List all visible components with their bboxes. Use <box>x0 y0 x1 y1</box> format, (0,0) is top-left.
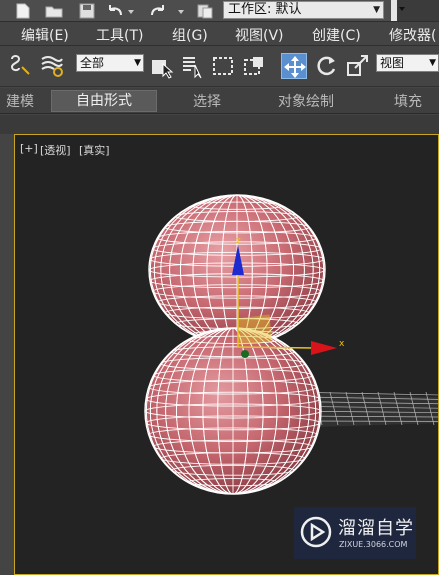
sphere-bottom[interactable] <box>144 327 322 495</box>
redo-dropdown-icon[interactable] <box>176 2 186 20</box>
tab-freeform[interactable]: 自由形式 <box>51 90 157 112</box>
gizmo-z-label: z <box>236 236 241 246</box>
tab-object-paint[interactable]: 对象绘制 <box>278 91 334 111</box>
select-and-move-icon[interactable] <box>281 53 307 79</box>
chevron-down-icon: ▼ <box>373 5 380 15</box>
open-folder-icon[interactable] <box>45 2 63 20</box>
play-logo-icon <box>300 516 332 548</box>
tab-selection[interactable]: 选择 <box>193 91 221 111</box>
main-toolbar: 全部 ▼ 视图 ▼ <box>0 47 439 87</box>
watermark-title: 溜溜自学 <box>338 518 414 539</box>
menu-item-modifiers[interactable]: 修改器( <box>389 25 436 45</box>
gizmo-x-axis-line <box>237 346 316 349</box>
window-crossing-icon[interactable] <box>242 53 268 79</box>
undo-icon[interactable] <box>106 2 124 20</box>
chevron-down-icon: ▼ <box>429 58 436 68</box>
redo-icon[interactable] <box>149 2 167 20</box>
reference-coordinate-system-dropdown[interactable]: 视图 ▼ <box>376 54 439 72</box>
watermark-url: ZIXUE.3066.COM <box>339 540 408 549</box>
gizmo-x-label: x <box>339 339 345 349</box>
select-and-rotate-icon[interactable] <box>313 53 339 79</box>
quick-access-toolbar: 工作区: 默认 ▼ <box>0 0 439 22</box>
ribbon-tabs: 建模 自由形式 选择 对象绘制 填充 <box>0 88 439 114</box>
perspective-viewport[interactable]: [+] [透视] [真实] z x 溜溜自学 ZIXUE.3066.COM <box>14 134 439 575</box>
save-icon[interactable] <box>78 2 96 20</box>
gizmo-x-arrow <box>311 341 337 355</box>
select-object-icon[interactable] <box>149 53 175 79</box>
menu-item-views[interactable]: 视图(V) <box>235 25 284 45</box>
menu-bar: 编辑(E) 工具(T) 组(G) 视图(V) 创建(C) 修改器( <box>0 22 439 46</box>
selection-filter-value: 全部 <box>80 56 105 70</box>
gizmo-xz-plane <box>237 314 272 345</box>
reference-coord-value: 视图 <box>380 56 405 70</box>
select-and-link-icon[interactable] <box>7 53 33 79</box>
new-file-icon[interactable] <box>14 2 32 20</box>
project-folder-icon[interactable] <box>196 2 214 20</box>
chevron-down-icon: ▼ <box>134 58 141 68</box>
select-and-scale-icon[interactable] <box>345 53 371 79</box>
menu-item-group[interactable]: 组(G) <box>172 25 208 45</box>
selection-filter-dropdown[interactable]: 全部 ▼ <box>76 54 144 72</box>
tab-modeling[interactable]: 建模 <box>6 91 34 111</box>
gizmo-y-axis-point <box>241 350 249 358</box>
workspace-label: 工作区: 默认 <box>228 2 302 17</box>
rectangular-selection-region-icon[interactable] <box>211 53 237 79</box>
menu-item-edit[interactable]: 编辑(E) <box>21 25 69 45</box>
title-bar-area <box>391 0 439 21</box>
undo-dropdown-icon[interactable] <box>126 2 136 20</box>
workspace-dropdown[interactable]: 工作区: 默认 ▼ <box>223 1 384 19</box>
menu-item-create[interactable]: 创建(C) <box>312 25 361 45</box>
ribbon-panel-collapsed <box>0 115 439 134</box>
tab-populate[interactable]: 填充 <box>394 91 422 111</box>
unlink-selection-icon[interactable] <box>39 53 65 79</box>
watermark: 溜溜自学 ZIXUE.3066.COM <box>294 507 416 559</box>
select-by-name-icon[interactable] <box>180 53 206 79</box>
menu-item-tools[interactable]: 工具(T) <box>96 25 143 45</box>
